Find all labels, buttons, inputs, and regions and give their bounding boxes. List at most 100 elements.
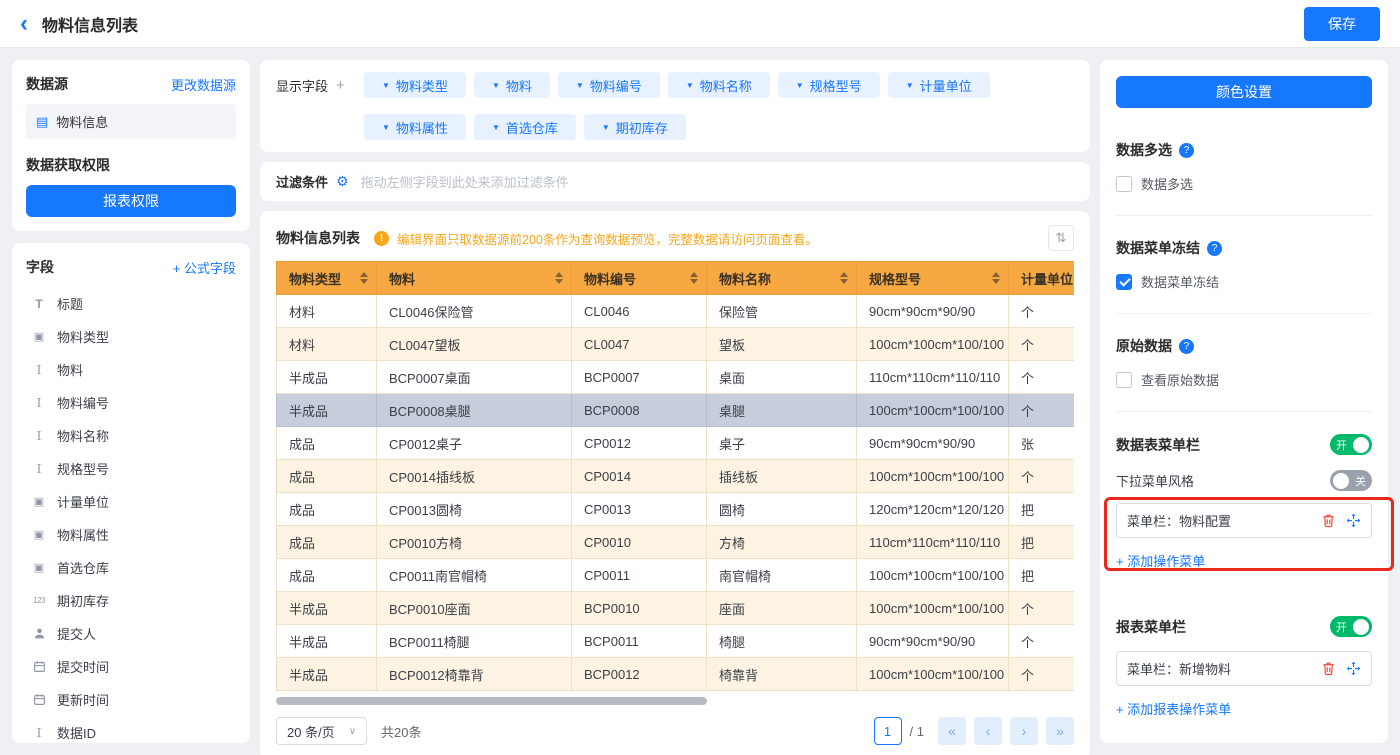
table-cell: BCP0007桌面 bbox=[377, 361, 572, 394]
first-page-button[interactable]: « bbox=[938, 717, 966, 745]
select-field-icon: ▣ bbox=[30, 330, 48, 343]
column-header[interactable]: 物料 bbox=[377, 262, 572, 295]
table-cell: CP0010 bbox=[572, 526, 707, 559]
field-item[interactable]: 更新时间 bbox=[26, 683, 236, 716]
table-cell: 桌面 bbox=[707, 361, 857, 394]
add-action-menu-link[interactable]: + 添加操作菜单 bbox=[1116, 551, 1205, 570]
field-item[interactable]: ▣计量单位 bbox=[26, 485, 236, 518]
help-icon[interactable]: ? bbox=[1179, 143, 1194, 158]
datasource-panel: 数据源 更改数据源 ▤ 物料信息 数据获取权限 报表权限 bbox=[12, 60, 250, 231]
page-size-select[interactable]: 20 条/页 ∨ bbox=[276, 717, 367, 745]
table-cell: CP0013 bbox=[572, 493, 707, 526]
table-row[interactable]: 半成品BCP0011椅腿BCP0011椅腿90cm*90cm*90/90个 bbox=[277, 625, 1075, 658]
column-header[interactable]: 规格型号 bbox=[857, 262, 1009, 295]
horizontal-scrollbar[interactable] bbox=[276, 697, 1074, 705]
display-field-chip[interactable]: ▼物料名称 bbox=[668, 72, 770, 98]
add-display-field-button[interactable]: + bbox=[336, 77, 345, 94]
column-header[interactable]: 物料名称 bbox=[707, 262, 857, 295]
table-row[interactable]: 成品CP0010方椅CP0010方椅110cm*110cm*110/110把 bbox=[277, 526, 1075, 559]
raw-data-checkbox-row[interactable]: 查看原始数据 bbox=[1116, 370, 1372, 389]
add-formula-field-link[interactable]: + 公式字段 bbox=[173, 258, 236, 277]
table-row[interactable]: 材料CL0046保险管CL0046保险管90cm*90cm*90/90个 bbox=[277, 295, 1075, 328]
sort-carets-icon[interactable] bbox=[690, 272, 698, 284]
field-item[interactable]: ▣物料类型 bbox=[26, 320, 236, 353]
display-field-chip[interactable]: ▼物料属性 bbox=[364, 114, 466, 140]
display-field-chip[interactable]: ▼计量单位 bbox=[888, 72, 990, 98]
datasource-item[interactable]: ▤ 物料信息 bbox=[26, 104, 236, 139]
move-icon[interactable] bbox=[1346, 513, 1361, 528]
change-datasource-link[interactable]: 更改数据源 bbox=[171, 75, 236, 94]
display-field-chip[interactable]: ▼物料 bbox=[474, 72, 550, 98]
last-page-button[interactable]: » bbox=[1046, 717, 1074, 745]
permission-title: 数据获取权限 bbox=[26, 155, 236, 175]
field-item[interactable]: I数据ID bbox=[26, 716, 236, 743]
report-menu-toggle[interactable]: 开 bbox=[1330, 616, 1372, 637]
table-menu-item-row[interactable]: 菜单栏：物料配置 bbox=[1116, 503, 1372, 538]
multi-select-title: 数据多选 bbox=[1116, 140, 1172, 160]
display-field-chip[interactable]: ▼物料类型 bbox=[364, 72, 466, 98]
checkbox[interactable] bbox=[1116, 274, 1132, 290]
field-item[interactable]: I规格型号 bbox=[26, 452, 236, 485]
field-item[interactable]: T标题 bbox=[26, 287, 236, 320]
column-header[interactable]: 物料类型 bbox=[277, 262, 377, 295]
scrollbar-thumb[interactable] bbox=[276, 697, 707, 705]
display-field-chip[interactable]: ▼规格型号 bbox=[778, 72, 880, 98]
report-permission-button[interactable]: 报表权限 bbox=[26, 185, 236, 217]
column-header[interactable]: 物料编号 bbox=[572, 262, 707, 295]
table-row[interactable]: 成品CP0011南官帽椅CP0011南官帽椅100cm*100cm*100/10… bbox=[277, 559, 1075, 592]
report-menu-item-row[interactable]: 菜单栏：新增物料 bbox=[1116, 651, 1372, 686]
sort-tool-icon[interactable]: ⇅ bbox=[1048, 225, 1074, 251]
field-item[interactable]: 123期初库存 bbox=[26, 584, 236, 617]
next-page-button[interactable]: › bbox=[1010, 717, 1038, 745]
display-field-chip[interactable]: ▼期初库存 bbox=[584, 114, 686, 140]
table-menu-toggle[interactable]: 开 bbox=[1330, 434, 1372, 455]
menu-freeze-checkbox-row[interactable]: 数据菜单冻结 bbox=[1116, 272, 1372, 291]
field-item[interactable]: ▣首选仓库 bbox=[26, 551, 236, 584]
table-row[interactable]: 成品CP0012桌子CP0012桌子90cm*90cm*90/90张 bbox=[277, 427, 1075, 460]
field-item[interactable]: I物料 bbox=[26, 353, 236, 386]
dropdown-style-toggle[interactable]: 关 bbox=[1330, 470, 1372, 491]
table-cell: 椅靠背 bbox=[707, 658, 857, 691]
sort-carets-icon[interactable] bbox=[992, 272, 1000, 284]
save-button[interactable]: 保存 bbox=[1304, 7, 1380, 41]
sort-carets-icon[interactable] bbox=[840, 272, 848, 284]
table-row[interactable]: 半成品BCP0012椅靠背BCP0012椅靠背100cm*100cm*100/1… bbox=[277, 658, 1075, 691]
field-item[interactable]: 提交时间 bbox=[26, 650, 236, 683]
add-report-menu-link[interactable]: + 添加报表操作菜单 bbox=[1116, 699, 1231, 718]
table-cell: CL0047望板 bbox=[377, 328, 572, 361]
field-item[interactable]: ▣物料属性 bbox=[26, 518, 236, 551]
color-settings-button[interactable]: 颜色设置 bbox=[1116, 76, 1372, 108]
checkbox[interactable] bbox=[1116, 176, 1132, 192]
column-header[interactable]: 计量单位 bbox=[1009, 262, 1075, 295]
table-cell: 保险管 bbox=[707, 295, 857, 328]
field-item[interactable]: I物料编号 bbox=[26, 386, 236, 419]
checkbox[interactable] bbox=[1116, 372, 1132, 388]
display-field-chip[interactable]: ▼物料编号 bbox=[558, 72, 660, 98]
prev-page-button[interactable]: ‹ bbox=[974, 717, 1002, 745]
field-item[interactable]: 提交人 bbox=[26, 617, 236, 650]
delete-icon[interactable] bbox=[1321, 661, 1336, 676]
table-row[interactable]: 半成品BCP0007桌面BCP0007桌面110cm*110cm*110/110… bbox=[277, 361, 1075, 394]
back-icon[interactable]: ‹ bbox=[20, 12, 28, 36]
table-row[interactable]: 成品CP0014插线板CP0014插线板100cm*100cm*100/100个 bbox=[277, 460, 1075, 493]
table-row[interactable]: 成品CP0013圆椅CP0013圆椅120cm*120cm*120/120把 bbox=[277, 493, 1075, 526]
table-cell: 100cm*100cm*100/100 bbox=[857, 592, 1009, 625]
move-icon[interactable] bbox=[1346, 661, 1361, 676]
chip-label: 物料名称 bbox=[700, 76, 752, 95]
display-field-chip[interactable]: ▼首选仓库 bbox=[474, 114, 576, 140]
current-page-input[interactable]: 1 bbox=[874, 717, 902, 745]
help-icon[interactable]: ? bbox=[1207, 241, 1222, 256]
table-row[interactable]: 半成品BCP0010座面BCP0010座面100cm*100cm*100/100… bbox=[277, 592, 1075, 625]
help-icon[interactable]: ? bbox=[1179, 339, 1194, 354]
table-row[interactable]: 半成品BCP0008桌腿BCP0008桌腿100cm*100cm*100/100… bbox=[277, 394, 1075, 427]
table-row[interactable]: 材料CL0047望板CL0047望板100cm*100cm*100/100个 bbox=[277, 328, 1075, 361]
multi-select-checkbox-row[interactable]: 数据多选 bbox=[1116, 174, 1372, 193]
main-content: 数据源 更改数据源 ▤ 物料信息 数据获取权限 报表权限 字段 + 公式字段 T… bbox=[0, 48, 1400, 755]
delete-icon[interactable] bbox=[1321, 513, 1336, 528]
sort-carets-icon[interactable] bbox=[360, 272, 368, 284]
select-field-icon: ▣ bbox=[30, 495, 48, 508]
field-item[interactable]: I物料名称 bbox=[26, 419, 236, 452]
sort-carets-icon[interactable] bbox=[555, 272, 563, 284]
gear-icon[interactable]: ⚙ bbox=[336, 173, 349, 190]
display-fields-panel: 显示字段 + ▼物料类型▼物料▼物料编号▼物料名称▼规格型号▼计量单位▼物料属性… bbox=[260, 60, 1090, 152]
